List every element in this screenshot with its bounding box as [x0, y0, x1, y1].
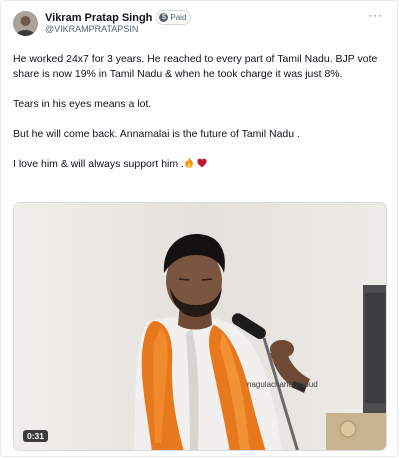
paragraph-3: But he will come back. Annamalai is the … [13, 128, 300, 140]
video-watermark: nagulachandurupud [247, 380, 318, 389]
author-row: Vikram Pratap Singh $ Paid [45, 10, 192, 25]
post-text: He worked 24x7 for 3 years. He reached t… [13, 52, 391, 187]
video-player[interactable]: nagulachandurupud 0:31 [13, 202, 387, 451]
post-card: Vikram Pratap Singh $ Paid @VIKRAMPRATAP… [0, 0, 398, 457]
last-line-text: I love him & will always support him . [13, 158, 184, 170]
paid-badge: $ Paid [156, 10, 192, 25]
avatar-photo [13, 11, 38, 36]
red-heart-emoji-icon [197, 158, 207, 168]
video-frame [14, 203, 386, 450]
dollar-check-icon: $ [159, 13, 169, 22]
fire-emoji-icon [185, 157, 193, 168]
video-duration: 0:31 [23, 430, 49, 442]
author-handle[interactable]: @VIKRAMPRATAPSIN [45, 24, 138, 34]
paragraph-2: Tears in his eyes means a lot. [13, 98, 152, 110]
paid-label: Paid [170, 13, 187, 22]
paragraph-4: I love him & will always support him . [13, 157, 391, 172]
author-name[interactable]: Vikram Pratap Singh [45, 12, 152, 24]
paragraph-1: He worked 24x7 for 3 years. He reached t… [13, 53, 378, 80]
author-avatar[interactable] [13, 11, 38, 36]
more-options-icon[interactable]: ··· [368, 8, 383, 22]
